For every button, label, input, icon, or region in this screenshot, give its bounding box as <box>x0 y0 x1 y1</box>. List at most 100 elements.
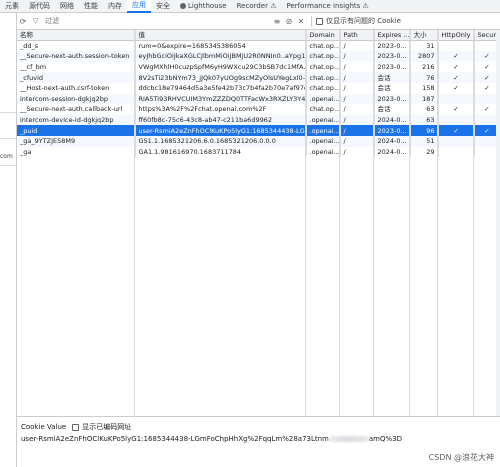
table-header-row: 名称 值 Domain Path Expires ... 大小 HttpOnly… <box>17 30 500 42</box>
lighthouse-icon <box>180 3 186 9</box>
cookie-path-cell: / <box>340 72 375 83</box>
table-row[interactable]: _ga_9YTZJE58M9 GS1.1.1685321206.6.0.16853… <box>17 135 500 147</box>
column-divider[interactable] <box>473 30 474 416</box>
column-header-domain[interactable]: Domain <box>306 30 341 42</box>
cookie-path-cell: / <box>340 125 375 136</box>
cookie-httponly-cell: ✓ <box>438 82 475 94</box>
cookie-httponly-cell <box>438 146 475 158</box>
cookie-expires-cell: 2023-0... <box>374 40 411 52</box>
sidebar-item-cookie-origin[interactable]: com <box>0 153 16 163</box>
column-divider[interactable] <box>409 30 410 416</box>
column-header-name[interactable]: 名称 <box>17 30 136 42</box>
cookie-name-cell: _dd_s <box>17 40 136 52</box>
cookie-expires-cell: 2023-0... <box>374 93 411 105</box>
cookie-domain-cell: chat.op... <box>306 82 341 94</box>
cookie-expires-cell: 2023-0... <box>374 61 411 73</box>
cookie-value-cell: 8V2sTi23bNYm73_jJQk07yUOg9scMZyOlsUYegLx… <box>135 72 307 83</box>
table-row[interactable]: __Secure-next-auth.callback-url https%3A%… <box>17 104 500 115</box>
cookie-domain-cell: .openai.... <box>306 93 341 105</box>
cookie-toolbar: ⟳ ▽ ≡ ⊘ ✕ 仅显示有问题的 Cookie <box>17 13 500 30</box>
tab-network[interactable]: 网络 <box>55 0 79 12</box>
column-header-path[interactable]: Path <box>340 30 375 42</box>
table-row[interactable]: _ga GA1.1.981616970.1683711784 .openai....… <box>17 146 500 158</box>
tab-elements[interactable]: 元素 <box>0 0 24 12</box>
tab-performance-insights[interactable]: Performance insights ⚠ <box>281 0 373 12</box>
cookie-httponly-cell <box>438 135 475 147</box>
show-decoded-checkbox[interactable] <box>72 423 80 431</box>
sidebar-divider <box>0 138 16 139</box>
tab-security[interactable]: 安全 <box>151 0 175 12</box>
cookie-domain-cell: chat.op... <box>306 40 341 52</box>
only-issues-checkbox[interactable] <box>316 17 323 25</box>
column-header-expires[interactable]: Expires ... <box>374 30 411 42</box>
cookie-value-cell: https%3A%2F%2Fchat.openai.com%2F <box>135 104 307 115</box>
cookie-name-cell: _ga_9YTZJE58M9 <box>17 135 136 147</box>
column-header-size[interactable]: 大小 <box>410 30 439 42</box>
cookie-path-cell: / <box>340 82 375 94</box>
cookie-name-cell: __Secure-next-auth.session-token <box>17 51 136 62</box>
cookie-value-cell: eyJhbGciOiJkaXGLCJlbmMiOiJBMjU2R0NNIn0..… <box>135 51 307 62</box>
cookie-size-cell: 29 <box>410 146 439 158</box>
cookie-path-cell: / <box>340 61 375 73</box>
cookie-domain-cell: chat.op... <box>306 72 341 83</box>
sidebar-divider <box>0 112 16 113</box>
filter-box[interactable]: ▽ <box>33 15 271 27</box>
only-issues-label: 仅显示有问题的 Cookie <box>326 17 401 25</box>
cookie-expires-cell: 会话 <box>374 104 411 115</box>
cookie-path-cell: / <box>340 146 375 158</box>
column-header-value[interactable]: 值 <box>135 30 307 42</box>
cookie-value-cell: rum=0&expire=1685345386054 <box>135 40 307 52</box>
cookie-size-cell: 76 <box>410 72 439 83</box>
filter-input[interactable] <box>45 17 245 25</box>
cookie-value-cell: user-RsmiA2eZnFhOClKuKPo5lyG1:1685344438… <box>135 125 307 136</box>
filter-icon: ▽ <box>33 17 39 25</box>
clear-all-icon[interactable]: ⊘ <box>283 15 295 27</box>
column-divider[interactable] <box>437 30 438 416</box>
cookie-value-cell: ddcbc18e79464d5a3e5fe42b73c7b4fa2b70e7af… <box>135 82 307 94</box>
column-header-httponly[interactable]: HttpOnly <box>438 30 475 42</box>
tab-performance[interactable]: 性能 <box>79 0 103 12</box>
table-row[interactable]: intercom-session-dgkjq2bp RIA5Ti93RHVCUIM… <box>17 93 500 105</box>
tab-memory[interactable]: 内存 <box>103 0 127 12</box>
column-divider[interactable] <box>134 30 135 416</box>
table-row[interactable]: __cf_bm VWgMXhlH0cuzpSpfM6yH9WXcu29C3bSB7… <box>17 61 500 73</box>
tab-recorder[interactable]: Recorder ⚠ <box>232 0 282 12</box>
cookie-name-cell: _ga <box>17 146 136 158</box>
cookie-size-cell: 63 <box>410 104 439 115</box>
cookie-size-cell: 51 <box>410 135 439 147</box>
cookie-value-cell: GA1.1.981616970.1683711784 <box>135 146 307 158</box>
show-decoded-label: 显示已编码网址 <box>82 423 132 431</box>
column-divider[interactable] <box>373 30 374 416</box>
cookie-size-cell: 63 <box>410 114 439 126</box>
cookie-domain-cell: chat.op... <box>306 104 341 115</box>
cookie-expires-cell: 2023-0... <box>374 51 411 62</box>
cookie-httponly-cell: ✓ <box>438 72 475 83</box>
cookie-name-cell: _puid <box>17 125 136 136</box>
devtools-tab-bar: 元素 源代码 网络 性能 内存 应用 安全 Lighthouse Recorde… <box>0 0 500 13</box>
cookie-httponly-cell: ✓ <box>438 61 475 73</box>
column-divider[interactable] <box>339 30 340 416</box>
cookie-size-cell: 96 <box>410 125 439 136</box>
column-divider[interactable] <box>305 30 306 416</box>
tab-sources[interactable]: 源代码 <box>24 0 55 12</box>
cookie-expires-cell: 2024-0... <box>374 146 411 158</box>
clear-filtered-icon[interactable]: ≡ <box>271 15 283 27</box>
toolbar-separator <box>311 15 312 27</box>
cookie-domain-cell: .openai.... <box>306 135 341 147</box>
tab-application[interactable]: 应用 <box>127 0 151 13</box>
table-row[interactable]: intercom-device-id-dgkjq2bp ff60fb8c-75c6… <box>17 114 500 126</box>
cookie-value-cell: ff60fb8c-75c6-43c8-ab47-c211ba6d9962 <box>135 114 307 126</box>
tab-lighthouse[interactable]: Lighthouse <box>175 0 232 12</box>
cookie-value-text: user-RsmiA2eZnFhOClKuKPo5lyG1:1685344438… <box>21 435 402 443</box>
table-row[interactable]: __Host-next-auth.csrf-token ddcbc18e79464… <box>17 82 500 94</box>
cookie-expires-cell: 2024-0... <box>374 114 411 126</box>
cookie-name-cell: intercom-session-dgkjq2bp <box>17 93 136 105</box>
table-row[interactable]: _cfuvid 8V2sTi23bNYm73_jJQk07yUOg9scMZyOl… <box>17 72 500 83</box>
table-row[interactable]: __Secure-next-auth.session-token eyJhbGci… <box>17 51 500 62</box>
delete-selected-icon[interactable]: ✕ <box>295 15 307 27</box>
table-row[interactable]: _puid user-RsmiA2eZnFhOClKuKPo5lyG1:16853… <box>17 125 500 136</box>
table-row[interactable]: _dd_s rum=0&expire=1685345386054 chat.op..… <box>17 40 500 52</box>
cookie-value-cell: VWgMXhlH0cuzpSpfM6yH9WXcu29C3bSB7dc1MfA.… <box>135 61 307 73</box>
table-scrollbar[interactable] <box>496 30 500 416</box>
refresh-icon[interactable]: ⟳ <box>17 15 29 27</box>
